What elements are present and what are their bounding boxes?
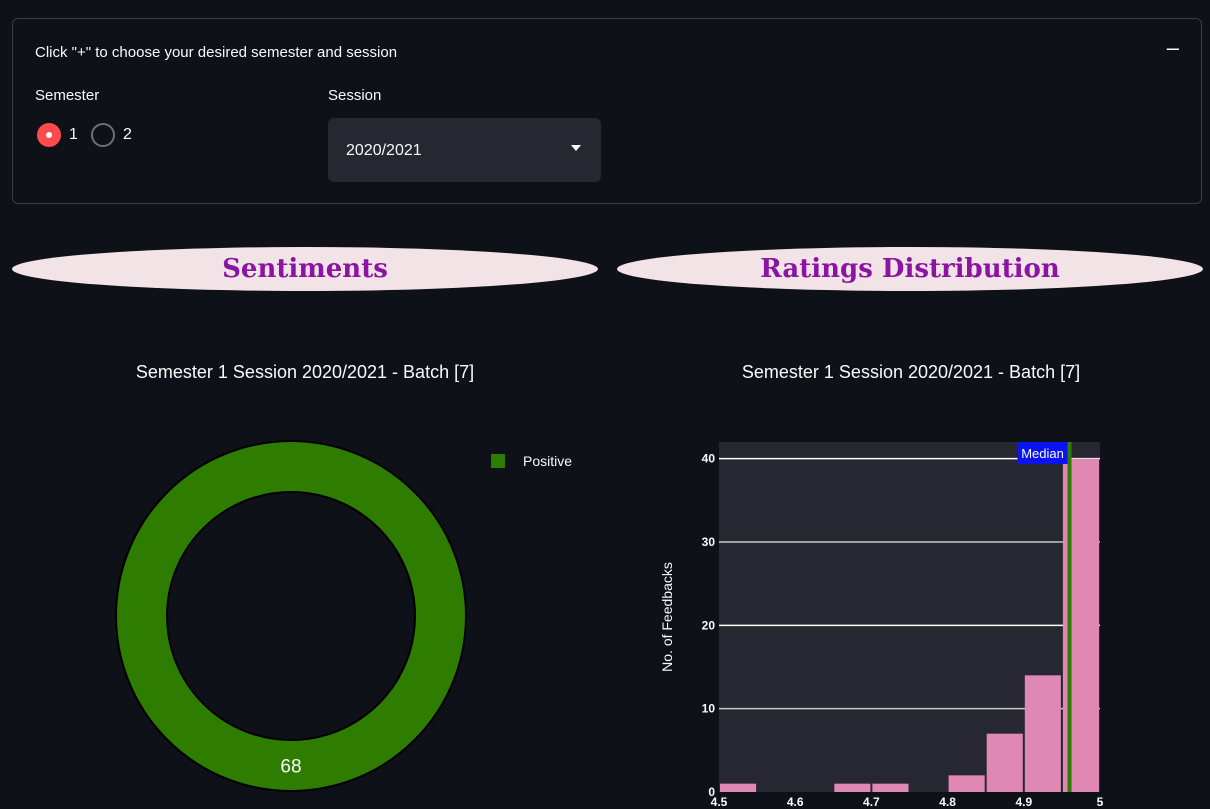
y-tick-label: 0 — [708, 785, 715, 799]
x-tick-label: 4.6 — [787, 795, 804, 809]
semester-option-2[interactable]: 2 — [91, 123, 132, 147]
y-tick-label: 30 — [702, 535, 716, 549]
donut-slice-positive[interactable] — [116, 441, 466, 791]
histogram-bar[interactable] — [1024, 675, 1061, 792]
session-label: Session — [328, 87, 382, 104]
y-tick-label: 40 — [702, 452, 716, 466]
sentiment-donut-chart: Positive 68 — [115, 440, 572, 792]
histogram-bar[interactable] — [872, 783, 909, 792]
sentiment-chart-title: Semester 1 Session 2020/2021 - Batch [7] — [135, 362, 475, 382]
semester-label: Semester — [35, 87, 100, 104]
x-tick-label: 4.9 — [1015, 795, 1032, 809]
sentiments-banner: Sentiments — [12, 247, 598, 291]
legend-swatch-positive[interactable] — [491, 454, 505, 468]
histogram-bar[interactable] — [834, 783, 871, 792]
radio-unselected-icon[interactable] — [91, 123, 115, 147]
histogram-bar[interactable] — [720, 783, 757, 792]
ratings-histogram-chart: Median 4.5 4.6 4.7 4.8 4.9 5 010203040 No. of… — [659, 442, 1104, 809]
donut-slice-value-label: 68 — [280, 757, 301, 778]
collapse-toggle-icon[interactable]: – — [1167, 35, 1179, 61]
selection-expander: Click "+" to choose your desired semeste… — [12, 18, 1202, 204]
y-tick-label: 20 — [702, 618, 716, 632]
median-label: Median — [1021, 446, 1064, 461]
session-select[interactable]: 2020/2021 — [328, 118, 601, 182]
y-tick-label: 10 — [702, 702, 716, 716]
ratings-banner: Ratings Distribution — [617, 247, 1203, 291]
donut-inner-edge — [166, 491, 416, 741]
legend-label-positive[interactable]: Positive — [523, 453, 572, 469]
semester-option-2-label: 2 — [123, 126, 132, 143]
histogram-bar[interactable] — [948, 775, 985, 792]
session-select-value: 2020/2021 — [346, 142, 422, 159]
semester-option-1[interactable]: 1 — [37, 123, 78, 147]
radio-selected-icon[interactable] — [37, 123, 61, 147]
x-tick-label: 4.8 — [939, 795, 956, 809]
expander-title[interactable]: Click "+" to choose your desired semeste… — [35, 44, 397, 61]
semester-option-1-label: 1 — [69, 126, 78, 143]
ratings-chart-title: Semester 1 Session 2020/2021 - Batch [7] — [741, 362, 1081, 382]
x-tick-label: 5 — [1097, 795, 1104, 809]
x-tick-label: 4.7 — [863, 795, 880, 809]
chevron-down-icon[interactable] — [571, 145, 581, 151]
histogram-bar[interactable] — [986, 733, 1023, 792]
y-axis-label: No. of Feedbacks — [659, 562, 675, 672]
